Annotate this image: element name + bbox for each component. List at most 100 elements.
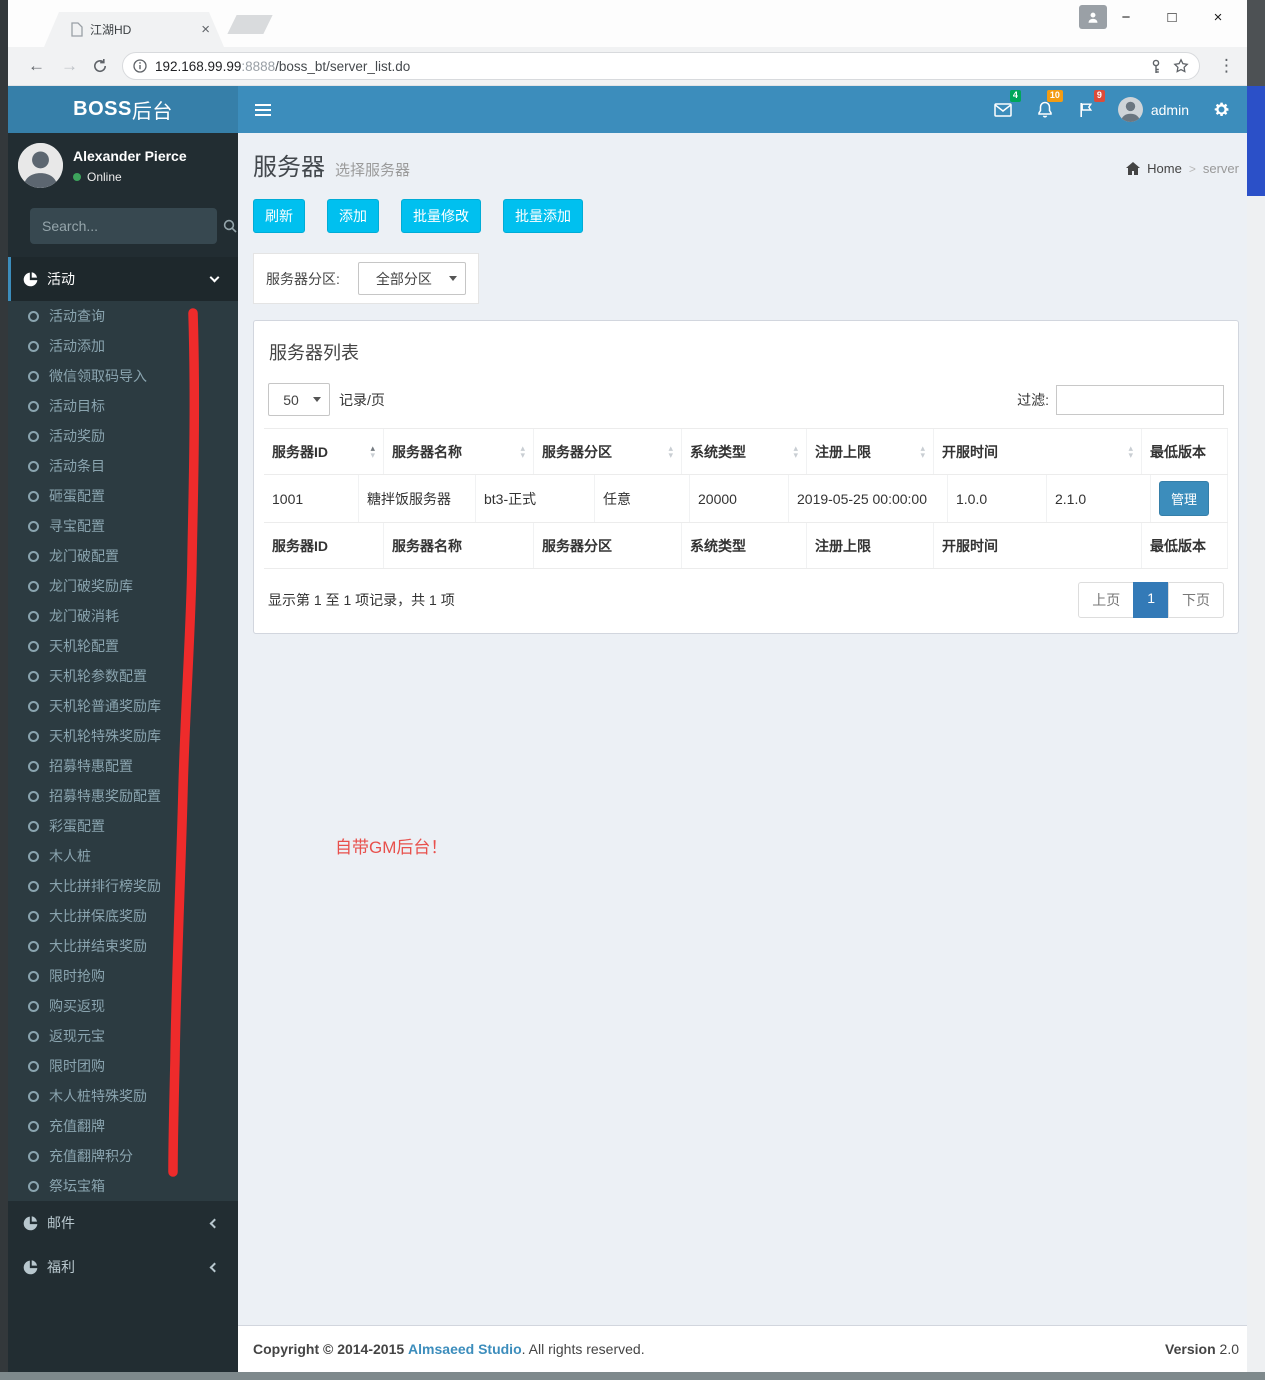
cell-server-id: 1001 — [264, 475, 359, 522]
submenu-item-label: 返现元宝 — [49, 1028, 105, 1044]
submenu-item-label: 活动条目 — [49, 458, 105, 474]
minimize-button[interactable]: − — [1103, 9, 1149, 26]
sidebar-submenu-item[interactable]: 限时抢购 — [8, 961, 238, 991]
sidebar-submenu-item[interactable]: 限时团购 — [8, 1051, 238, 1081]
reload-button[interactable] — [92, 58, 108, 74]
sidebar-submenu-item[interactable]: 天机轮普通奖励库 — [8, 691, 238, 721]
back-button[interactable]: ← — [28, 56, 45, 76]
sidebar-submenu-item[interactable]: 招募特惠奖励配置 — [8, 781, 238, 811]
partition-select[interactable]: 全部分区 — [357, 262, 466, 295]
sidebar-item-activity[interactable]: 活动 — [8, 257, 238, 301]
column-header[interactable]: 服务器ID ▴ ▾ — [264, 429, 384, 474]
user-menu[interactable]: admin — [1108, 86, 1199, 133]
search-icon[interactable] — [223, 219, 237, 233]
sidebar-submenu-item[interactable]: 活动目标 — [8, 391, 238, 421]
column-header[interactable]: 服务器分区 ▴ ▾ — [534, 429, 682, 474]
sidebar-submenu-item[interactable]: 大比拼结束奖励 — [8, 931, 238, 961]
sort-icon: ▴ ▾ — [370, 443, 375, 460]
prev-page-button[interactable]: 上页 — [1078, 582, 1135, 618]
sidebar-submenu-item[interactable]: 天机轮配置 — [8, 631, 238, 661]
sidebar-toggle-icon[interactable] — [253, 86, 297, 133]
url-bar[interactable]: 192.168.99.99:8888/boss_bt/server_list.d… — [122, 52, 1200, 80]
sidebar-submenu-item[interactable]: 砸蛋配置 — [8, 481, 238, 511]
page-size-select[interactable]: 50 — [268, 383, 330, 416]
sidebar-submenu-item[interactable]: 天机轮特殊奖励库 — [8, 721, 238, 751]
page-1-button[interactable]: 1 — [1133, 582, 1169, 618]
info-icon[interactable] — [133, 59, 147, 73]
messages-menu[interactable]: 4 — [982, 86, 1024, 133]
manage-button[interactable]: 管理 — [1159, 481, 1210, 516]
sidebar-submenu-item[interactable]: 龙门破配置 — [8, 541, 238, 571]
sidebar-submenu-item[interactable]: 返现元宝 — [8, 1021, 238, 1051]
screen: 江湖HD × − □ × ← → 192.168.99.99:8888/boss… — [0, 0, 1265, 1380]
toolbar-button[interactable]: 批量添加 — [503, 199, 583, 233]
box-title: 服务器列表 — [269, 343, 359, 363]
sidebar-submenu-item[interactable]: 活动条目 — [8, 451, 238, 481]
toolbar-button[interactable]: 刷新 — [253, 199, 305, 233]
tab-close-icon[interactable]: × — [201, 22, 210, 37]
footer-column-header: 服务器分区 — [534, 523, 682, 568]
url-path: /boss_bt/server_list.do — [275, 58, 411, 74]
toolbar-button[interactable]: 批量修改 — [401, 199, 481, 233]
sidebar-submenu-item[interactable]: 大比拼排行榜奖励 — [8, 871, 238, 901]
sidebar-submenu-item[interactable]: 大比拼保底奖励 — [8, 901, 238, 931]
submenu-item-label: 天机轮普通奖励库 — [49, 698, 161, 714]
sidebar-submenu-item[interactable]: 活动奖励 — [8, 421, 238, 451]
notifications-menu[interactable]: 10 — [1024, 86, 1066, 133]
bookmark-star-icon[interactable] — [1173, 58, 1189, 74]
password-key-icon[interactable] — [1149, 59, 1163, 74]
window-controls: − □ × — [1103, 0, 1241, 34]
sidebar-submenu-item[interactable]: 活动查询 — [8, 301, 238, 331]
sidebar-submenu-item[interactable]: 木人桩特殊奖励 — [8, 1081, 238, 1111]
next-page-button[interactable]: 下页 — [1168, 582, 1224, 618]
sidebar-item-welfare[interactable]: 福利 — [8, 1245, 238, 1289]
page-subtitle: 选择服务器 — [335, 162, 411, 179]
breadcrumb-home[interactable]: Home — [1147, 161, 1182, 176]
new-tab-button[interactable] — [227, 15, 273, 34]
app-logo[interactable]: BOSS 后台 — [8, 86, 238, 133]
sidebar-submenu-item[interactable]: 微信领取码导入 — [8, 361, 238, 391]
table-row[interactable]: 1001 糖拌饭服务器 bt3-正式 任意 20000 2019-05-25 0… — [264, 475, 1228, 523]
page-size-suffix: 记录/页 — [339, 391, 385, 408]
column-header[interactable]: 注册上限 ▴ ▾ — [807, 429, 934, 474]
tasks-menu[interactable]: 9 — [1066, 86, 1108, 133]
notifications-badge: 10 — [1046, 90, 1063, 102]
sidebar-submenu-item[interactable]: 充值翻牌 — [8, 1111, 238, 1141]
cell-version-max: 2.1.0 — [1047, 475, 1151, 522]
sidebar-submenu-item[interactable]: 木人桩 — [8, 841, 238, 871]
sidebar-submenu-item[interactable]: 彩蛋配置 — [8, 811, 238, 841]
sidebar-submenu-item[interactable]: 祭坛宝箱 — [8, 1171, 238, 1201]
column-header[interactable]: 开服时间 ▴ ▾ — [934, 429, 1142, 474]
filter-input[interactable] — [1056, 384, 1224, 415]
close-button[interactable]: × — [1195, 9, 1241, 26]
url-text[interactable]: 192.168.99.99:8888/boss_bt/server_list.d… — [155, 59, 1139, 74]
column-header[interactable]: 最低版本 — [1142, 429, 1228, 474]
sidebar-submenu-item[interactable]: 活动添加 — [8, 331, 238, 361]
toolbar-button[interactable]: 添加 — [327, 199, 379, 233]
menu-label: 福利 — [47, 1259, 75, 1275]
footer-column-header: 服务器ID — [264, 523, 384, 568]
submenu-item-label: 天机轮配置 — [49, 638, 119, 654]
sidebar-submenu-item[interactable]: 龙门破消耗 — [8, 601, 238, 631]
sidebar: Alexander Pierce Online Search... 活动 活动查… — [8, 133, 238, 1372]
sidebar-item-mail[interactable]: 邮件 — [8, 1201, 238, 1245]
forward-button[interactable]: → — [61, 56, 78, 76]
browser-tab[interactable]: 江湖HD × — [44, 12, 224, 47]
submenu-item-label: 活动添加 — [49, 338, 105, 354]
submenu-item-label: 活动目标 — [49, 398, 105, 414]
sidebar-submenu-item[interactable]: 购买返现 — [8, 991, 238, 1021]
control-sidebar-toggle[interactable] — [1199, 86, 1243, 133]
partition-value: 全部分区 — [375, 270, 432, 287]
studio-link[interactable]: Almsaeed Studio — [408, 1341, 522, 1357]
column-header[interactable]: 服务器名称 ▴ ▾ — [384, 429, 534, 474]
sidebar-submenu-item[interactable]: 龙门破奖励库 — [8, 571, 238, 601]
user-status[interactable]: Online — [73, 170, 187, 184]
maximize-button[interactable]: □ — [1149, 9, 1195, 26]
sidebar-submenu-item[interactable]: 招募特惠配置 — [8, 751, 238, 781]
column-header[interactable]: 系统类型 ▴ ▾ — [682, 429, 807, 474]
sidebar-submenu-item[interactable]: 天机轮参数配置 — [8, 661, 238, 691]
browser-menu-icon[interactable]: ⋮ — [1218, 56, 1235, 76]
search-input[interactable] — [42, 218, 223, 234]
sidebar-submenu-item[interactable]: 寻宝配置 — [8, 511, 238, 541]
sidebar-submenu-item[interactable]: 充值翻牌积分 — [8, 1141, 238, 1171]
